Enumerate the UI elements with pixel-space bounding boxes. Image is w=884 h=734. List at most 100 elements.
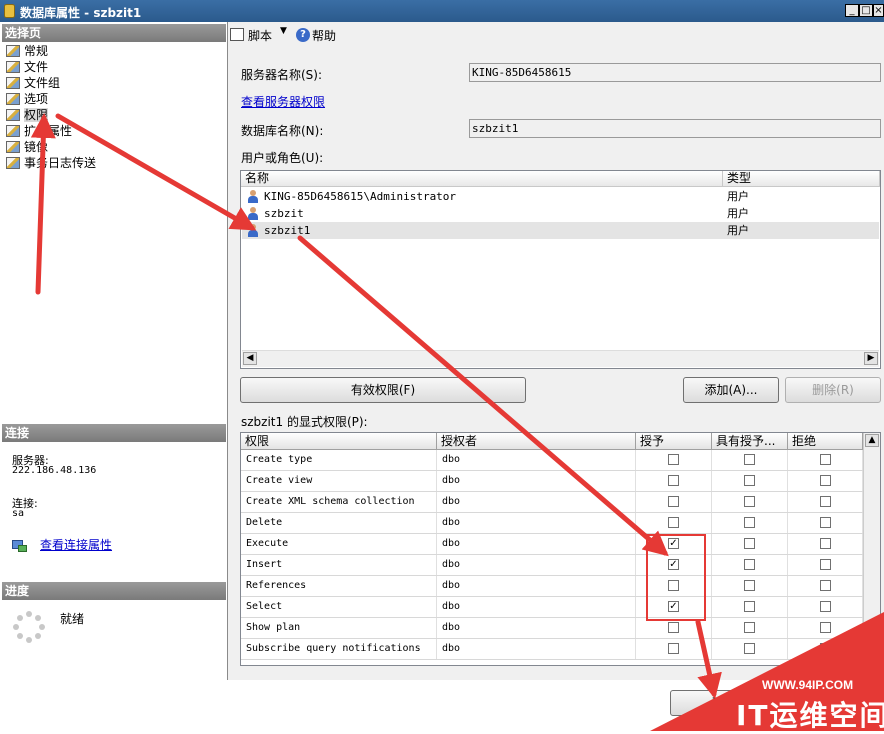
permission-grantor: dbo: [437, 555, 636, 575]
permission-name: Delete: [241, 513, 437, 533]
grant-checkbox[interactable]: [668, 454, 679, 465]
grant-checkbox[interactable]: [668, 580, 679, 591]
permission-row: Create XML schema collection dbo: [241, 492, 863, 513]
permissions-grid[interactable]: 权限 授权者 授予 具有授予... 拒绝 Create type dbo Creat…: [240, 432, 881, 666]
with-grant-checkbox[interactable]: [744, 538, 755, 549]
permission-row: References dbo: [241, 576, 863, 597]
nav-item[interactable]: 镜像: [6, 139, 48, 155]
permission-name: Subscribe query notifications: [241, 639, 437, 659]
users-column-name[interactable]: 名称: [241, 171, 723, 187]
deny-checkbox[interactable]: [820, 601, 831, 612]
deny-checkbox[interactable]: [820, 538, 831, 549]
add-button[interactable]: 添加(A)...: [683, 377, 779, 403]
user-row[interactable]: KING-85D6458615\Administrator 用户: [242, 188, 879, 205]
grant-checkbox[interactable]: ✓: [668, 601, 679, 612]
grant-checkbox[interactable]: [668, 643, 679, 654]
nav-item[interactable]: 常规: [6, 43, 48, 59]
effective-permissions-button[interactable]: 有效权限(F): [240, 377, 526, 403]
view-connection-properties-link[interactable]: 查看连接属性: [40, 536, 112, 553]
with-grant-checkbox[interactable]: [744, 622, 755, 633]
permissions-vertical-scrollbar[interactable]: ▲: [863, 433, 880, 665]
permission-grantor: dbo: [437, 576, 636, 596]
nav-item[interactable]: 选项: [6, 91, 48, 107]
nav-item-label: 镜像: [24, 140, 49, 154]
database-name-label: 数据库名称(N):: [241, 124, 324, 138]
grant-checkbox[interactable]: [668, 622, 679, 633]
watermark-text: IT运维空间: [736, 699, 884, 732]
deny-checkbox[interactable]: [820, 580, 831, 591]
scroll-left-icon[interactable]: ◀: [243, 352, 257, 365]
page-icon: [6, 93, 20, 105]
deny-checkbox[interactable]: [820, 475, 831, 486]
perm-column-grantor[interactable]: 授权者: [437, 433, 636, 450]
with-grant-checkbox[interactable]: [744, 559, 755, 570]
view-server-permissions-link[interactable]: 查看服务器权限: [241, 93, 325, 110]
grant-checkbox[interactable]: ✓: [668, 559, 679, 570]
grant-checkbox[interactable]: [668, 475, 679, 486]
permission-name: Create type: [241, 450, 437, 470]
deny-checkbox[interactable]: [820, 643, 831, 654]
grant-checkbox[interactable]: ✓: [668, 538, 679, 549]
scroll-up-icon[interactable]: ▲: [865, 434, 879, 447]
user-name: KING-85D6458615\Administrator: [264, 190, 457, 203]
permission-name: Execute: [241, 534, 437, 554]
minimize-button[interactable]: _: [845, 4, 859, 17]
with-grant-checkbox[interactable]: [744, 643, 755, 654]
database-name-field[interactable]: szbzit1: [469, 119, 881, 138]
nav-item-label: 扩展属性: [24, 124, 73, 138]
deny-checkbox[interactable]: [820, 496, 831, 507]
script-button[interactable]: 脚本: [248, 27, 272, 44]
users-column-type[interactable]: 类型: [723, 171, 880, 187]
perm-column-deny[interactable]: 拒绝: [788, 433, 863, 450]
with-grant-checkbox[interactable]: [744, 517, 755, 528]
user-icon: [247, 190, 259, 203]
deny-checkbox[interactable]: [820, 454, 831, 465]
nav-item-label: 权限: [24, 108, 49, 122]
nav-item[interactable]: 扩展属性: [6, 123, 72, 139]
nav-item[interactable]: 权限: [6, 107, 49, 123]
page-icon: [6, 141, 20, 153]
perm-column-with-grant[interactable]: 具有授予...: [712, 433, 788, 450]
scroll-right-icon[interactable]: ▶: [864, 352, 878, 365]
database-icon: [4, 4, 15, 18]
user-name: szbzit1: [264, 224, 311, 237]
permission-row: Subscribe query notifications dbo: [241, 639, 863, 660]
user-type: 用户: [727, 224, 749, 237]
user-row[interactable]: szbzit 用户: [242, 205, 879, 222]
perm-column-grant[interactable]: 授予: [636, 433, 712, 450]
nav-item[interactable]: 事务日志传送: [6, 155, 96, 171]
deny-checkbox[interactable]: [820, 559, 831, 570]
with-grant-checkbox[interactable]: [744, 475, 755, 486]
watermark-url: WWW.94IP.COM: [762, 678, 854, 692]
grant-checkbox[interactable]: [668, 496, 679, 507]
deny-checkbox[interactable]: [820, 622, 831, 633]
window-title: 数据库属性 - szbzit1: [20, 6, 142, 20]
help-button[interactable]: 帮助: [312, 27, 336, 44]
nav-item[interactable]: 文件组: [6, 75, 60, 91]
nav-item[interactable]: 文件: [6, 59, 48, 75]
deny-checkbox[interactable]: [820, 517, 831, 528]
grant-checkbox[interactable]: [668, 517, 679, 528]
with-grant-checkbox[interactable]: [744, 580, 755, 591]
with-grant-checkbox[interactable]: [744, 496, 755, 507]
nav-item-label: 文件: [24, 60, 49, 74]
user-row[interactable]: szbzit1 用户: [242, 222, 879, 239]
perm-column-permission[interactable]: 权限: [241, 433, 437, 450]
users-horizontal-scrollbar[interactable]: ◀ ▶: [242, 350, 879, 367]
script-dropdown-icon[interactable]: ▼: [280, 26, 287, 36]
user-type: 用户: [727, 207, 749, 220]
maximize-button[interactable]: □: [859, 4, 873, 17]
users-roles-list[interactable]: 名称 类型 KING-85D6458615\Administrator 用户 szb…: [240, 170, 881, 369]
with-grant-checkbox[interactable]: [744, 601, 755, 612]
page-icon: [6, 109, 20, 121]
page-icon: [6, 45, 20, 57]
help-icon: ?: [296, 28, 310, 42]
nav-item-label: 常规: [24, 44, 49, 58]
server-name-field[interactable]: KING-85D6458615: [469, 63, 881, 82]
with-grant-checkbox[interactable]: [744, 454, 755, 465]
window-title-bar[interactable]: 数据库属性 - szbzit1 _ □ ×: [0, 0, 884, 22]
close-button[interactable]: ×: [873, 4, 884, 17]
permission-name: Create view: [241, 471, 437, 491]
user-type: 用户: [727, 190, 749, 203]
user-icon: [247, 207, 259, 220]
